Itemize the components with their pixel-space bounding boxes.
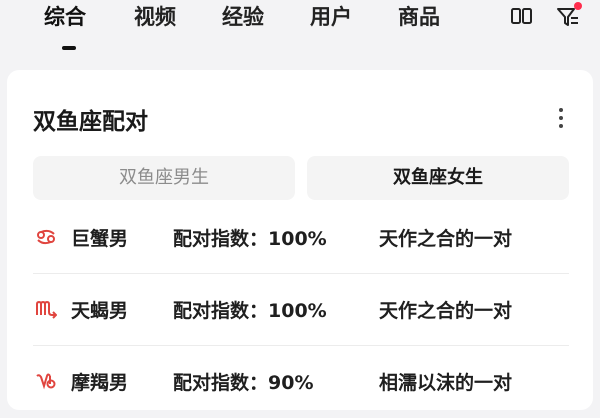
segment-pisces-female[interactable]: 双鱼座女生	[307, 156, 569, 200]
match-score: 配对指数：100%	[173, 228, 327, 250]
match-description: 天作之合的一对	[379, 228, 513, 250]
active-tab-indicator	[62, 46, 76, 50]
sign-name: 摩羯男	[71, 372, 129, 394]
match-description: 天作之合的一对	[379, 300, 513, 322]
tab-products[interactable]: 商品	[398, 2, 440, 32]
list-item[interactable]: 巨蟹男 配对指数：100% 天作之合的一对	[33, 202, 569, 274]
filter-icon[interactable]	[556, 2, 582, 29]
card-title: 双鱼座配对	[33, 109, 148, 135]
capricorn-symbol-icon	[35, 370, 57, 392]
tab-video[interactable]: 视频	[134, 2, 176, 32]
cancer-symbol-icon	[35, 226, 57, 248]
match-score: 配对指数：100%	[173, 300, 327, 322]
match-score: 配对指数：90%	[173, 372, 314, 394]
sign-name: 巨蟹男	[71, 228, 129, 250]
dual-column-icon[interactable]	[510, 5, 534, 29]
list-item[interactable]: 摩羯男 配对指数：90% 相濡以沫的一对	[33, 346, 569, 418]
notification-dot	[574, 2, 582, 10]
tab-experience[interactable]: 经验	[222, 2, 264, 32]
tab-comprehensive[interactable]: 综合	[44, 2, 86, 32]
sign-name: 天蝎男	[71, 300, 129, 322]
tab-overflow-fade: ▕	[484, 6, 496, 27]
pisces-match-card: 双鱼座配对 双鱼座男生 双鱼座女生 巨蟹男 配对指数：100% 天作之合的一对	[7, 70, 593, 410]
top-nav: 综合 视频 经验 用户 商品 ▕	[0, 0, 600, 64]
list-item[interactable]: 天蝎男 配对指数：100% 天作之合的一对	[33, 274, 569, 346]
scorpio-symbol-icon	[35, 298, 58, 320]
segment-pisces-male[interactable]: 双鱼座男生	[33, 156, 295, 200]
more-vertical-icon[interactable]	[553, 106, 569, 130]
match-description: 相濡以沫的一对	[379, 372, 513, 394]
tab-users[interactable]: 用户	[310, 2, 352, 32]
